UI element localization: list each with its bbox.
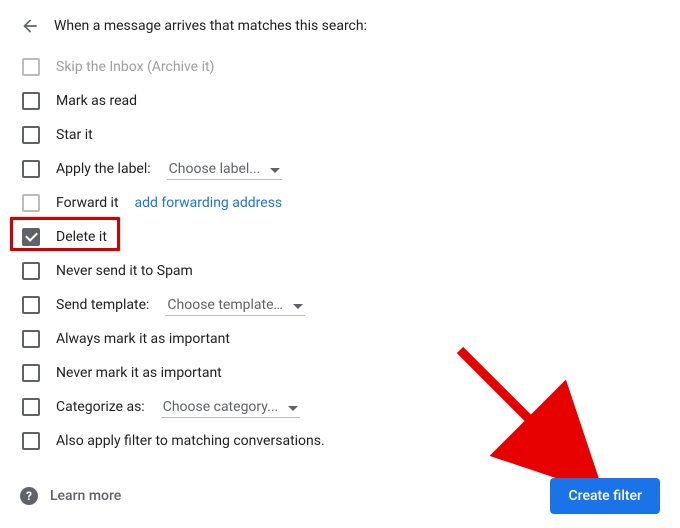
option-always-important: Always mark it as important	[20, 322, 660, 356]
checkbox-never-important[interactable]	[22, 364, 40, 382]
header-text: When a message arrives that matches this…	[54, 18, 367, 34]
checkbox-star[interactable]	[22, 126, 40, 144]
option-delete: Delete it	[20, 220, 660, 254]
header-row: When a message arrives that matches this…	[20, 16, 660, 36]
create-filter-button[interactable]: Create filter	[550, 478, 660, 514]
option-send-template: Send template: Choose template…	[20, 288, 660, 322]
option-apply-label: Apply the label: Choose label...	[20, 152, 660, 186]
caret-down-icon	[270, 161, 280, 177]
checkbox-delete[interactable]	[22, 228, 40, 246]
option-forward: Forward it add forwarding address	[20, 186, 660, 220]
checkbox-always-important[interactable]	[22, 330, 40, 348]
dropdown-categorize-text: Choose category...	[163, 399, 279, 415]
checkbox-apply-label[interactable]	[22, 160, 40, 178]
caret-down-icon	[288, 399, 298, 415]
label-never-spam: Never send it to Spam	[56, 263, 193, 279]
label-skip-inbox: Skip the Inbox (Archive it)	[56, 59, 214, 75]
option-categorize: Categorize as: Choose category...	[20, 390, 660, 424]
dropdown-apply-label-text: Choose label...	[169, 161, 261, 177]
checkbox-also-apply[interactable]	[22, 432, 40, 450]
dropdown-apply-label[interactable]: Choose label...	[167, 159, 283, 180]
footer: ? Learn more Create filter	[20, 478, 660, 514]
label-forward: Forward it	[56, 195, 119, 211]
caret-down-icon	[293, 297, 303, 313]
option-mark-read: Mark as read	[20, 84, 660, 118]
option-skip-inbox: Skip the Inbox (Archive it)	[20, 50, 660, 84]
option-also-apply: Also apply filter to matching conversati…	[20, 424, 660, 458]
label-delete: Delete it	[56, 229, 107, 245]
checkbox-forward[interactable]	[22, 194, 40, 212]
label-mark-read: Mark as read	[56, 93, 137, 109]
dropdown-send-template[interactable]: Choose template…	[165, 295, 304, 316]
learn-more-text: Learn more	[50, 488, 121, 504]
label-send-template: Send template:	[56, 297, 149, 313]
dropdown-send-template-text: Choose template…	[167, 297, 282, 313]
checkbox-send-template[interactable]	[22, 296, 40, 314]
back-arrow-icon[interactable]	[20, 16, 40, 36]
checkbox-skip-inbox[interactable]	[22, 58, 40, 76]
learn-more-link[interactable]: ? Learn more	[20, 487, 121, 505]
dropdown-categorize[interactable]: Choose category...	[161, 397, 301, 418]
option-never-spam: Never send it to Spam	[20, 254, 660, 288]
label-never-important: Never mark it as important	[56, 365, 222, 381]
label-also-apply: Also apply filter to matching conversati…	[56, 433, 325, 449]
checkbox-categorize[interactable]	[22, 398, 40, 416]
link-add-forwarding[interactable]: add forwarding address	[135, 195, 283, 211]
label-categorize: Categorize as:	[56, 399, 145, 415]
label-always-important: Always mark it as important	[56, 331, 230, 347]
option-never-important: Never mark it as important	[20, 356, 660, 390]
filter-dialog: When a message arrives that matches this…	[0, 0, 680, 474]
checkbox-never-spam[interactable]	[22, 262, 40, 280]
checkbox-mark-read[interactable]	[22, 92, 40, 110]
label-star: Star it	[56, 127, 93, 143]
label-apply-label: Apply the label:	[56, 161, 151, 177]
help-icon: ?	[20, 487, 38, 505]
option-star: Star it	[20, 118, 660, 152]
